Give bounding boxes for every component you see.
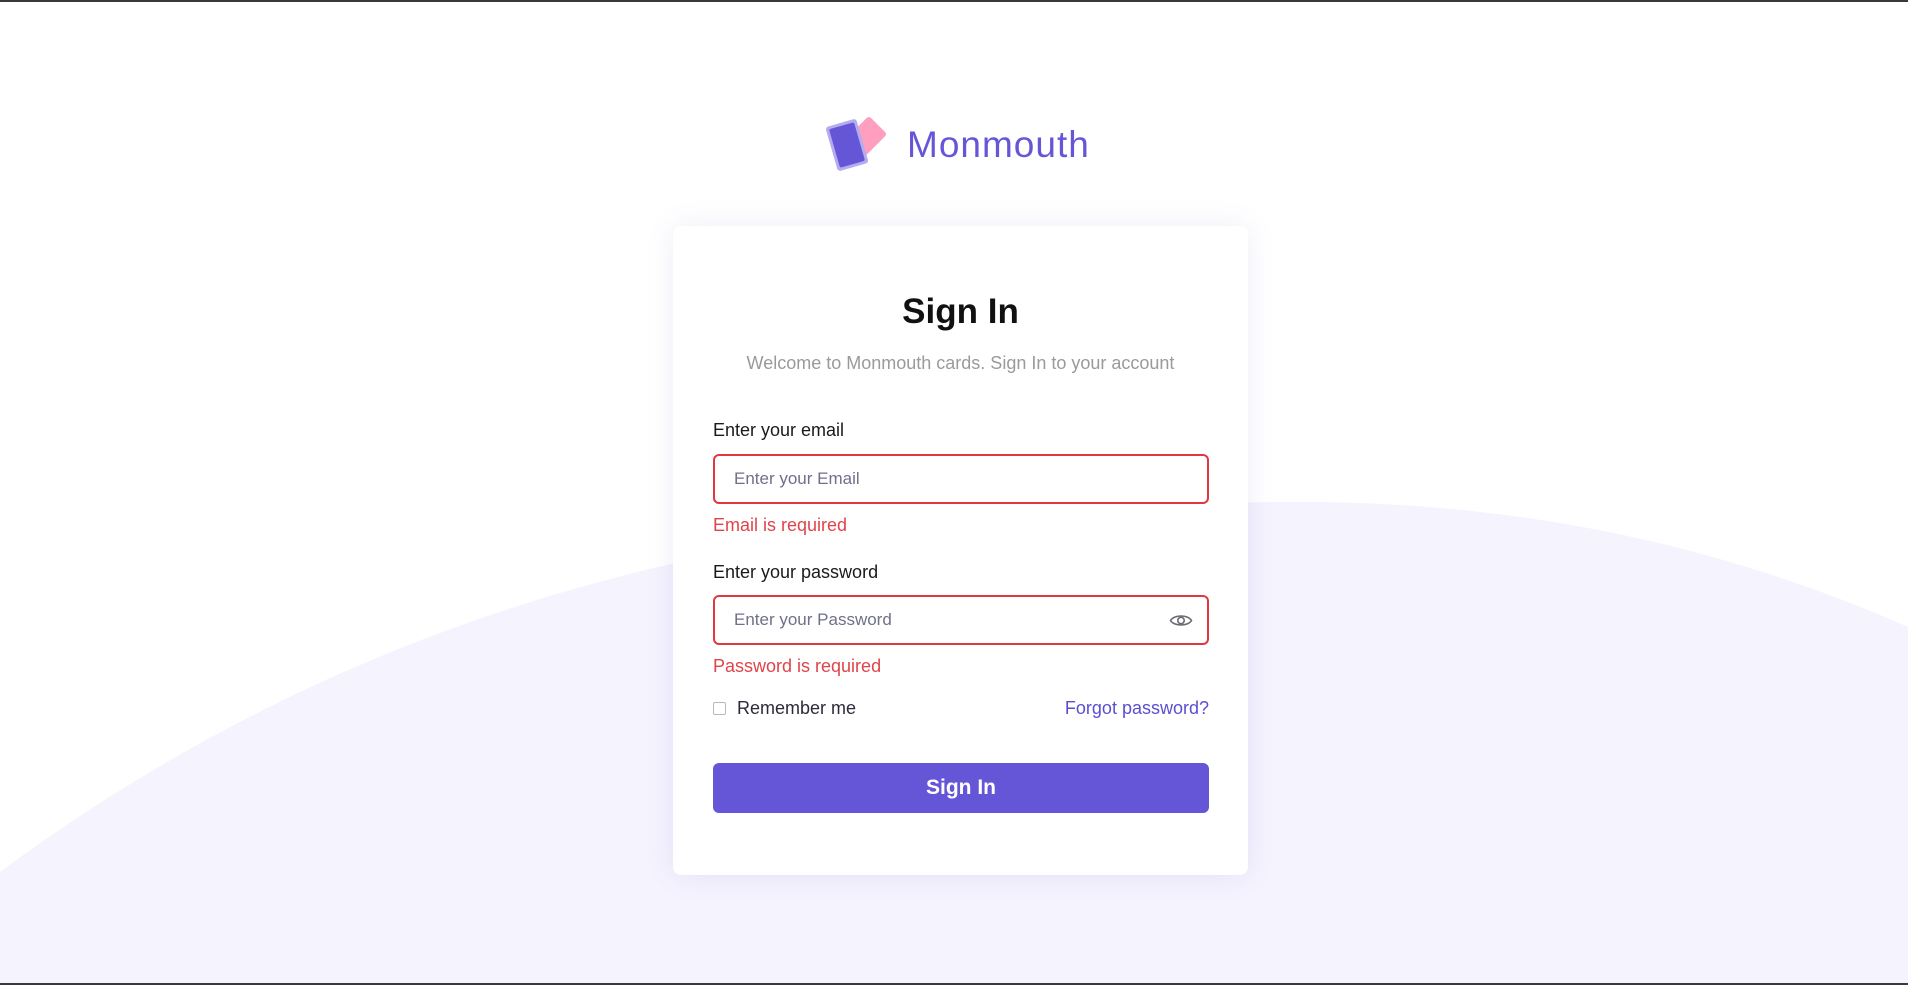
- page-title: Sign In: [902, 292, 1019, 331]
- page: Monmouth Sign In Welcome to Monmouth car…: [0, 0, 1908, 985]
- eye-icon[interactable]: [1169, 612, 1193, 629]
- email-field-wrapper: [713, 454, 1209, 504]
- sign-in-card: Sign In Welcome to Monmouth cards. Sign …: [673, 226, 1248, 875]
- checkbox-box[interactable]: [713, 702, 726, 715]
- cards-logo-icon: [823, 114, 895, 176]
- password-error: Password is required: [713, 656, 882, 676]
- email-error: Email is required: [713, 515, 848, 535]
- page-subtitle: Welcome to Monmouth cards. Sign In to yo…: [746, 353, 1175, 373]
- remember-me-label: Remember me: [737, 698, 857, 718]
- brand-header: Monmouth: [823, 114, 1090, 176]
- password-field[interactable]: [715, 597, 1207, 643]
- brand-name: Monmouth: [907, 124, 1090, 165]
- password-field-wrapper: [713, 595, 1209, 645]
- email-label: Enter your email: [713, 420, 845, 440]
- email-field[interactable]: [715, 456, 1207, 502]
- sign-in-button[interactable]: Sign In: [713, 763, 1209, 813]
- remember-me-checkbox[interactable]: Remember me: [713, 698, 856, 719]
- forgot-password-link[interactable]: Forgot password?: [1065, 698, 1209, 719]
- password-label: Enter your password: [713, 562, 879, 582]
